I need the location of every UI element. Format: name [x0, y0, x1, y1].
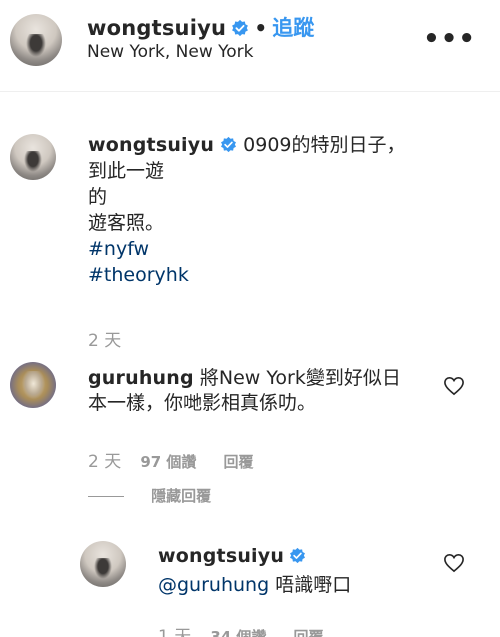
caption-timestamp[interactable]: 2 天: [88, 326, 121, 351]
reply-text: 唔識嘢口: [275, 574, 352, 596]
comment-body: guruhung 將New York變到好似日 本一樣，你哋影相真係叻。: [88, 366, 428, 416]
reply-avatar[interactable]: [80, 541, 126, 587]
more-options-icon[interactable]: •••: [423, 24, 476, 54]
verified-badge-icon: [290, 547, 306, 564]
caption-block: wongtsuiyu 0909的特別日子， 到此一遊 的 遊客照。 #nyfw …: [88, 134, 468, 286]
caption-text-line: 0909的特別日子，: [243, 134, 406, 156]
reply-button[interactable]: 回覆: [224, 453, 254, 471]
comment-timestamp[interactable]: 2 天: [88, 452, 121, 472]
reply-likes-count[interactable]: 34 個讚: [210, 628, 266, 637]
caption-text-line: 到此一遊: [88, 160, 165, 182]
comment-text-line: 將New York變到好似日: [199, 367, 401, 389]
verified-badge-icon: [221, 136, 237, 153]
hide-replies-row[interactable]: 隱藏回覆: [88, 485, 211, 506]
separator-dot: •: [254, 16, 268, 40]
caption-text-line: 的: [88, 186, 108, 208]
reply-username[interactable]: wongtsuiyu: [158, 545, 284, 567]
like-heart-icon[interactable]: [443, 553, 465, 573]
commenter-username[interactable]: guruhung: [88, 367, 194, 389]
comment-meta-row: 2 天 97 個讚 回覆: [88, 447, 254, 472]
reply-header: wongtsuiyu: [158, 544, 438, 569]
mention-link[interactable]: @guruhung: [158, 574, 269, 596]
caption-text-line: 遊客照。: [88, 212, 165, 234]
hashtag-link[interactable]: #theoryhk: [88, 264, 468, 286]
author-line: wongtsuiyu • 追蹤: [87, 12, 314, 42]
location-link[interactable]: New York, New York: [87, 42, 254, 62]
reply-button[interactable]: 回覆: [294, 628, 324, 637]
hashtag-link[interactable]: #nyfw: [88, 238, 468, 260]
post-header: wongtsuiyu • 追蹤 New York, New York •••: [0, 0, 500, 92]
comment-text-line: 本一樣，你哋影相真係叻。: [88, 392, 317, 414]
caption-first-line: wongtsuiyu 0909的特別日子，: [88, 134, 468, 156]
replies-divider-line: [88, 496, 124, 497]
verified-badge-icon: [232, 19, 249, 37]
like-heart-icon[interactable]: [443, 376, 465, 396]
reply-text-line: @guruhung 唔識嘢口: [158, 573, 438, 598]
comment-first-line: guruhung 將New York變到好似日: [88, 366, 428, 391]
reply-body: wongtsuiyu @guruhung 唔識嘢口: [158, 544, 438, 598]
caption-username[interactable]: wongtsuiyu: [88, 134, 214, 156]
caption-avatar[interactable]: [10, 134, 56, 180]
reply-meta-row: 1 天 34 個讚 回覆: [158, 622, 324, 637]
author-username[interactable]: wongtsuiyu: [87, 16, 226, 40]
comment-likes-count[interactable]: 97 個讚: [140, 453, 196, 471]
hide-replies-button[interactable]: 隱藏回覆: [151, 487, 211, 505]
follow-button[interactable]: 追蹤: [272, 16, 314, 40]
reply-timestamp[interactable]: 1 天: [158, 627, 191, 637]
author-avatar[interactable]: [10, 14, 62, 66]
commenter-avatar[interactable]: [10, 362, 56, 408]
